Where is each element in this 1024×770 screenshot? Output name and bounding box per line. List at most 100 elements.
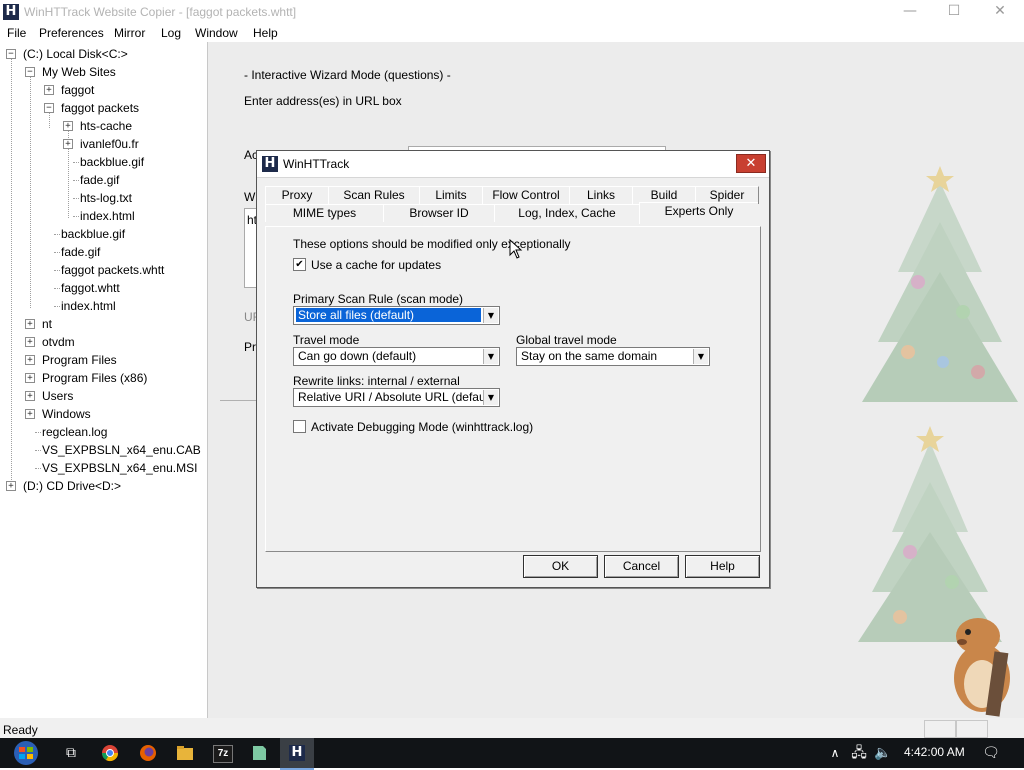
tab-mime-types[interactable]: MIME types: [265, 204, 384, 222]
tree-item-faggot-packets[interactable]: faggot packets: [61, 100, 139, 116]
tab-flow-control[interactable]: Flow Control: [482, 186, 570, 204]
primary-scan-value: Store all files (default): [296, 308, 481, 322]
chrome-icon[interactable]: [101, 744, 119, 762]
tab-scan-rules[interactable]: Scan Rules: [328, 186, 420, 204]
minimize-button[interactable]: —: [888, 0, 932, 22]
httrack-app-icon: H: [3, 4, 19, 20]
dropdown-arrow-icon[interactable]: ▼: [483, 390, 498, 405]
tree-item-vs-msi[interactable]: VS_EXPBSLN_x64_enu.MSI: [42, 460, 197, 476]
expand-toggle[interactable]: +: [6, 481, 16, 491]
menu-window[interactable]: Window: [195, 26, 238, 40]
dropdown-arrow-icon[interactable]: ▼: [483, 308, 498, 323]
tree-item-users[interactable]: Users: [42, 388, 73, 404]
rewrite-links-label: Rewrite links: internal / external: [293, 374, 460, 388]
network-icon[interactable]: 🖧: [848, 742, 870, 764]
tree-item-index-html[interactable]: index.html: [61, 298, 116, 314]
folder-tree: − (C:) Local Disk<C:> − My Web Sites + f…: [0, 42, 208, 718]
dialog-close-button[interactable]: ✕: [736, 154, 766, 173]
menu-preferences[interactable]: Preferences: [39, 26, 104, 40]
use-cache-checkbox[interactable]: ✔: [293, 258, 306, 271]
web-label-fragment: W: [244, 190, 256, 204]
debug-mode-checkbox[interactable]: [293, 420, 306, 433]
tree-item-windows[interactable]: Windows: [42, 406, 91, 422]
show-hidden-icons-icon[interactable]: ∧: [824, 742, 846, 764]
expand-toggle[interactable]: +: [25, 409, 35, 419]
tree-item-my-web-sites[interactable]: My Web Sites: [42, 64, 116, 80]
tree-item-d-drive[interactable]: (D:) CD Drive<D:>: [23, 478, 121, 494]
status-text: Ready: [3, 723, 38, 737]
tab-browser-id[interactable]: Browser ID: [383, 204, 495, 222]
dialog-title-bar: H WinHTTrack ✕: [257, 151, 769, 178]
tree-item-nt[interactable]: nt: [42, 316, 52, 332]
travel-mode-select[interactable]: Can go down (default) ▼: [293, 347, 500, 366]
menu-file[interactable]: File: [7, 26, 26, 40]
tree-item-faggot[interactable]: faggot: [61, 82, 94, 98]
tree-item-fade-gif[interactable]: fade.gif: [61, 244, 100, 260]
tree-item-otvdm[interactable]: otvdm: [42, 334, 75, 350]
dropdown-arrow-icon[interactable]: ▼: [693, 349, 708, 364]
collapse-toggle[interactable]: −: [6, 49, 16, 59]
enter-address-text: Enter address(es) in URL box: [244, 94, 402, 108]
dropdown-arrow-icon[interactable]: ▼: [483, 349, 498, 364]
volume-icon[interactable]: 🔈: [872, 742, 894, 764]
tree-item-backblue-gif[interactable]: backblue.gif: [80, 154, 144, 170]
firefox-icon[interactable]: [139, 744, 157, 762]
expand-toggle[interactable]: +: [63, 139, 73, 149]
close-window-button[interactable]: ✕: [978, 0, 1022, 22]
tree-item-index-html[interactable]: index.html: [80, 208, 135, 224]
tree-item-fade-gif[interactable]: fade.gif: [80, 172, 119, 188]
tree-item-c-drive[interactable]: (C:) Local Disk<C:>: [23, 46, 128, 62]
tree-item-program-files[interactable]: Program Files: [42, 352, 117, 368]
menu-mirror[interactable]: Mirror: [114, 26, 145, 40]
tree-item-backblue-gif[interactable]: backblue.gif: [61, 226, 125, 242]
tree-item-vs-cab[interactable]: VS_EXPBSLN_x64_enu.CAB: [42, 442, 201, 458]
clock[interactable]: 4:42:00 AM: [904, 745, 965, 759]
file-explorer-icon[interactable]: [176, 745, 194, 761]
tab-proxy[interactable]: Proxy: [265, 186, 329, 204]
expand-toggle[interactable]: +: [25, 319, 35, 329]
expand-toggle[interactable]: +: [25, 337, 35, 347]
tab-log-index-cache[interactable]: Log, Index, Cache: [494, 204, 640, 222]
use-cache-label: Use a cache for updates: [311, 258, 442, 272]
dialog-title: WinHTTrack: [283, 157, 350, 171]
menu-help[interactable]: Help: [253, 26, 278, 40]
tree-item-hts-cache[interactable]: hts-cache: [80, 118, 132, 134]
notifications-icon[interactable]: 🗨: [980, 742, 1002, 764]
global-travel-select[interactable]: Stay on the same domain ▼: [516, 347, 710, 366]
collapse-toggle[interactable]: −: [25, 67, 35, 77]
tab-experts-only[interactable]: Experts Only: [639, 202, 758, 224]
tree-item-faggot-whtt[interactable]: faggot.whtt: [61, 280, 120, 296]
rewrite-links-select[interactable]: Relative URI / Absolute URL (default) ▼: [293, 388, 500, 407]
expand-toggle[interactable]: +: [44, 85, 54, 95]
httrack-app-icon: H: [262, 156, 278, 172]
notepad-icon[interactable]: [250, 744, 268, 762]
task-view-icon[interactable]: ⧉: [60, 742, 82, 764]
expand-toggle[interactable]: +: [25, 391, 35, 401]
7zip-icon[interactable]: 7z: [213, 745, 233, 763]
help-button[interactable]: Help: [685, 555, 760, 578]
tab-limits[interactable]: Limits: [419, 186, 483, 204]
tree-item-regclean-log[interactable]: regclean.log: [42, 424, 107, 440]
rewrite-links-value: Relative URI / Absolute URL (default): [298, 390, 496, 404]
ok-button[interactable]: OK: [523, 555, 598, 578]
primary-scan-select[interactable]: Store all files (default) ▼: [293, 306, 500, 325]
maximize-button[interactable]: ☐: [932, 0, 976, 22]
tree-item-faggot-packets-whtt[interactable]: faggot packets.whtt: [61, 262, 164, 278]
httrack-taskbar-button[interactable]: H: [280, 738, 314, 770]
cancel-button[interactable]: Cancel: [604, 555, 679, 578]
tree-item-program-files-x86[interactable]: Program Files (x86): [42, 370, 147, 386]
status-panel: [956, 720, 988, 738]
menu-log[interactable]: Log: [161, 26, 181, 40]
travel-mode-label: Travel mode: [293, 333, 360, 347]
expand-toggle[interactable]: +: [25, 355, 35, 365]
tab-links[interactable]: Links: [569, 186, 633, 204]
start-button[interactable]: [9, 740, 43, 766]
expand-toggle[interactable]: +: [25, 373, 35, 383]
tree-item-hts-log[interactable]: hts-log.txt: [80, 190, 132, 206]
collapse-toggle[interactable]: −: [44, 103, 54, 113]
primary-scan-label: Primary Scan Rule (scan mode): [293, 292, 464, 306]
httrack-app-icon: H: [289, 745, 305, 761]
tree-item-ivanlef0u[interactable]: ivanlef0u.fr: [80, 136, 139, 152]
mouse-cursor-icon: [509, 239, 523, 259]
expand-toggle[interactable]: +: [63, 121, 73, 131]
